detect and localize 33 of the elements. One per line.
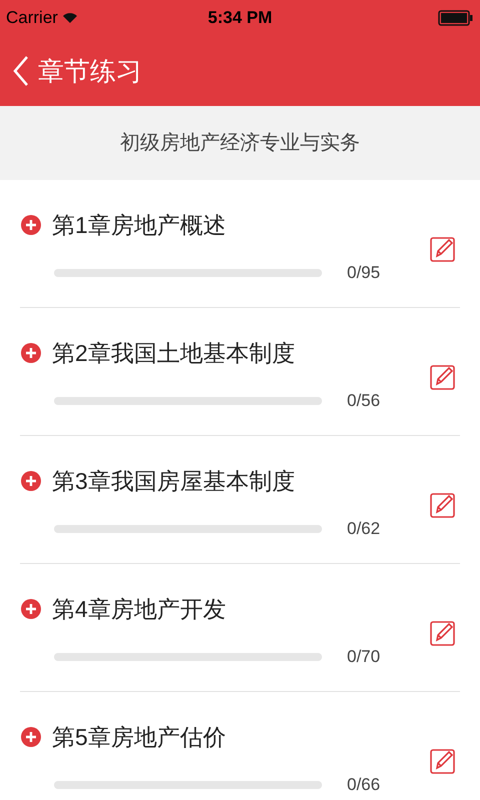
wifi-icon <box>62 12 78 24</box>
expand-plus-icon[interactable] <box>20 214 42 236</box>
back-button[interactable] <box>12 55 30 87</box>
pencil-square-icon <box>430 618 456 646</box>
expand-plus-icon[interactable] <box>20 726 42 748</box>
page-title: 章节练习 <box>38 54 142 88</box>
progress-count: 0/56 <box>347 390 380 412</box>
subject-title: 初级房地产经济专业与实务 <box>120 131 360 156</box>
back-chevron-icon <box>12 55 30 87</box>
pencil-square-icon <box>430 746 456 774</box>
edit-button[interactable] <box>430 234 456 262</box>
progress-count: 0/95 <box>347 262 380 284</box>
edit-button[interactable] <box>430 746 456 774</box>
pencil-square-icon <box>430 234 456 262</box>
pencil-square-icon <box>430 490 456 518</box>
status-time: 5:34 PM <box>208 7 272 30</box>
carrier-name: Carrier <box>6 7 58 30</box>
expand-plus-icon[interactable] <box>20 470 42 492</box>
chapter-title[interactable]: 第3章我国房屋基本制度 <box>52 464 295 498</box>
progress-count: 0/66 <box>347 774 380 796</box>
chapter-title[interactable]: 第5章房地产估价 <box>52 720 226 754</box>
chapter-title[interactable]: 第1章房地产概述 <box>52 208 226 242</box>
battery-icon <box>438 10 474 26</box>
expand-plus-icon[interactable] <box>20 598 42 620</box>
progress-count: 0/62 <box>347 518 380 540</box>
progress-count: 0/70 <box>347 646 380 668</box>
expand-plus-icon[interactable] <box>20 342 42 364</box>
edit-button[interactable] <box>430 490 456 518</box>
chapter-title[interactable]: 第2章我国土地基本制度 <box>52 336 295 370</box>
chapter-title[interactable]: 第4章房地产开发 <box>52 592 226 626</box>
pencil-square-icon <box>430 362 456 390</box>
edit-button[interactable] <box>430 618 456 646</box>
edit-button[interactable] <box>430 362 456 390</box>
